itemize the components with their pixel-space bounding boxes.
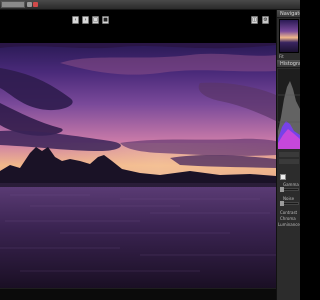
preset-field[interactable] (1, 1, 25, 8)
close-button[interactable] (33, 2, 38, 7)
histogram-controls (279, 152, 299, 157)
navigator-thumbnail[interactable] (279, 19, 299, 53)
slider-knob-2[interactable] (280, 201, 284, 206)
crop-icon[interactable]: □ (92, 16, 99, 24)
slider-knob-1[interactable] (280, 187, 284, 192)
navigator-zoom-label: Fit (279, 54, 284, 59)
histogram-graph (278, 81, 300, 149)
save-icon[interactable]: ■ (102, 16, 109, 24)
navigator-title[interactable]: Navigator (277, 10, 300, 18)
viewer-toolbar: ‹ › □ ■ ◫ ⚙ (0, 10, 276, 43)
histogram (278, 69, 300, 149)
adjust-label-2: Noise (283, 196, 295, 201)
redo-icon[interactable]: › (82, 16, 89, 24)
settings-icon[interactable]: ⚙ (262, 16, 269, 24)
minimize-button[interactable] (27, 2, 32, 7)
undo-icon[interactable]: ‹ (72, 16, 79, 24)
adjust-label-5: Luminance (278, 222, 300, 227)
adjust-label-1: Gamma (283, 182, 299, 187)
photo-artwork (0, 43, 276, 288)
histogram-title[interactable]: Histogram (277, 60, 300, 68)
histogram-options (279, 159, 299, 164)
photo-preview[interactable] (0, 43, 276, 288)
slider-track-1[interactable] (283, 188, 299, 191)
side-panel: Navigator Fit Histogram Gamma Noise Cont… (276, 10, 300, 300)
compare-icon[interactable]: ◫ (251, 16, 258, 24)
status-strip (0, 288, 276, 300)
adjust-label-3: Contrast (280, 210, 298, 215)
title-bar (0, 0, 300, 10)
enable-adjustments-checkbox[interactable] (280, 174, 286, 180)
adjust-label-4: Chroma (280, 216, 296, 221)
slider-track-2[interactable] (283, 202, 299, 205)
